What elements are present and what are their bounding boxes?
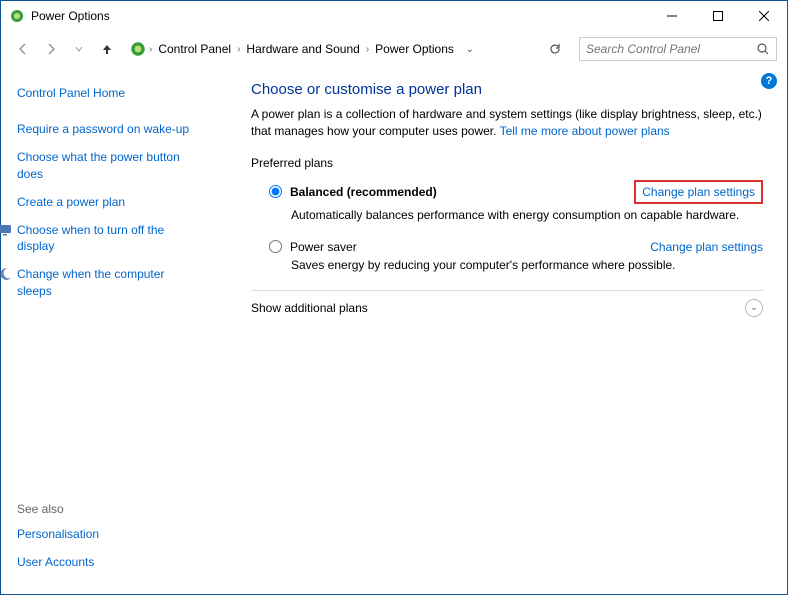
plan-balanced-radio[interactable] bbox=[269, 185, 282, 198]
breadcrumb-mid[interactable]: Hardware and Sound bbox=[242, 42, 363, 56]
search-box[interactable] bbox=[579, 37, 777, 61]
help-icon[interactable]: ? bbox=[761, 73, 777, 89]
show-additional-plans[interactable]: Show additional plans ⌄ bbox=[251, 290, 763, 317]
plan-powersaver-radio-label[interactable]: Power saver bbox=[269, 240, 650, 254]
plan-powersaver-change-link[interactable]: Change plan settings bbox=[650, 240, 763, 254]
preferred-plans-label: Preferred plans bbox=[251, 156, 763, 170]
display-off-icon bbox=[0, 222, 13, 238]
minimize-button[interactable] bbox=[649, 1, 695, 31]
see-also-label: See also bbox=[17, 502, 197, 516]
power-options-icon bbox=[129, 40, 147, 58]
address-dropdown[interactable]: ⌄ bbox=[462, 44, 478, 55]
plan-balanced: Balanced (recommended) Change plan setti… bbox=[269, 180, 763, 222]
sidebar: Control Panel Home Require a password on… bbox=[1, 67, 213, 594]
breadcrumb-leaf[interactable]: Power Options bbox=[371, 42, 458, 56]
close-button[interactable] bbox=[741, 1, 787, 31]
show-additional-label: Show additional plans bbox=[251, 301, 745, 315]
plan-powersaver: Power saver Change plan settings Saves e… bbox=[269, 240, 763, 272]
see-also-user-accounts[interactable]: User Accounts bbox=[17, 554, 197, 570]
sidebar-power-button[interactable]: Choose what the power button does bbox=[17, 149, 197, 181]
power-options-icon bbox=[9, 8, 25, 24]
navbar: › Control Panel › Hardware and Sound › P… bbox=[1, 31, 787, 67]
window-title: Power Options bbox=[31, 9, 649, 23]
main-panel: ? Choose or customise a power plan A pow… bbox=[213, 67, 787, 594]
maximize-button[interactable] bbox=[695, 1, 741, 31]
plan-powersaver-radio[interactable] bbox=[269, 240, 282, 253]
back-button[interactable] bbox=[11, 37, 35, 61]
chevron-right-icon[interactable]: › bbox=[235, 44, 242, 55]
sleep-icon bbox=[0, 266, 13, 282]
search-input[interactable] bbox=[586, 42, 756, 56]
plan-balanced-name: Balanced (recommended) bbox=[290, 185, 437, 199]
up-button[interactable] bbox=[95, 37, 119, 61]
see-also-personalisation[interactable]: Personalisation bbox=[17, 526, 197, 542]
sidebar-create-plan[interactable]: Create a power plan bbox=[17, 194, 197, 210]
chevron-right-icon[interactable]: › bbox=[147, 44, 154, 55]
forward-button[interactable] bbox=[39, 37, 63, 61]
plan-balanced-desc: Automatically balances performance with … bbox=[291, 208, 763, 222]
page-heading: Choose or customise a power plan bbox=[251, 81, 763, 98]
sidebar-display-off[interactable]: Choose when to turn off the display bbox=[17, 222, 197, 254]
sidebar-require-password[interactable]: Require a password on wake-up bbox=[17, 121, 197, 137]
refresh-button[interactable] bbox=[543, 37, 567, 61]
recent-dropdown[interactable] bbox=[67, 37, 91, 61]
titlebar: Power Options bbox=[1, 1, 787, 31]
sidebar-sleep[interactable]: Change when the computer sleeps bbox=[17, 266, 197, 298]
plan-balanced-change-link[interactable]: Change plan settings bbox=[634, 180, 763, 204]
page-description: A power plan is a collection of hardware… bbox=[251, 106, 763, 140]
breadcrumb-root[interactable]: Control Panel bbox=[154, 42, 235, 56]
plan-powersaver-name: Power saver bbox=[290, 240, 357, 254]
plan-powersaver-desc: Saves energy by reducing your computer's… bbox=[291, 258, 763, 272]
sidebar-home-link[interactable]: Control Panel Home bbox=[17, 85, 197, 101]
search-icon[interactable] bbox=[756, 42, 770, 56]
tell-me-more-link[interactable]: Tell me more about power plans bbox=[500, 124, 670, 138]
chevron-right-icon[interactable]: › bbox=[364, 44, 371, 55]
address-bar[interactable]: › Control Panel › Hardware and Sound › P… bbox=[123, 37, 535, 61]
chevron-down-icon[interactable]: ⌄ bbox=[745, 299, 763, 317]
plan-balanced-radio-label[interactable]: Balanced (recommended) bbox=[269, 185, 634, 199]
